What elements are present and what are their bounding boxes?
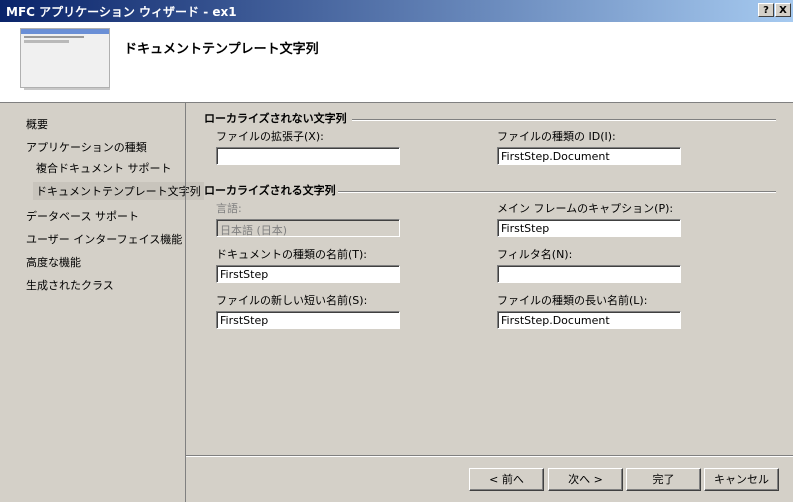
group-divider <box>352 119 776 121</box>
main-panel: ローカライズされない文字列 ファイルの拡張子(X): ファイルの種類の ID(I… <box>186 103 793 502</box>
language-field: 日本語 (日本) <box>216 219 400 237</box>
page-title: ドキュメントテンプレート文字列 <box>124 42 319 57</box>
type-long-name-label: ファイルの種類の長い名前(L): <box>497 294 648 307</box>
non-localized-group-title: ローカライズされない文字列 <box>204 112 347 125</box>
app-preview-image <box>20 28 110 90</box>
doc-type-name-label: ドキュメントの種類の名前(T): <box>216 248 368 261</box>
new-short-name-input[interactable]: FirstStep <box>216 311 400 329</box>
sidebar-item-ui-features[interactable]: ユーザー インターフェイス機能 <box>26 231 182 247</box>
cancel-button[interactable]: キャンセル <box>704 468 779 491</box>
window-title: MFC アプリケーション ウィザード - ex1 <box>6 5 237 19</box>
file-type-id-label: ファイルの種類の ID(I): <box>497 130 616 143</box>
filter-name-label: フィルタ名(N): <box>497 248 573 261</box>
main-caption-input[interactable]: FirstStep <box>497 219 681 237</box>
title-bar: MFC アプリケーション ウィザード - ex1 ? X <box>0 0 793 22</box>
sidebar-item-generated-classes[interactable]: 生成されたクラス <box>26 277 114 293</box>
localized-group-title: ローカライズされる文字列 <box>204 184 336 197</box>
help-button[interactable]: ? <box>758 3 774 17</box>
type-long-name-input[interactable]: FirstStep.Document <box>497 311 681 329</box>
sidebar-item-advanced-features[interactable]: 高度な機能 <box>26 254 81 270</box>
group-divider <box>338 191 776 193</box>
sidebar-item-document-template-strings[interactable]: ドキュメントテンプレート文字列 <box>33 182 204 200</box>
finish-button[interactable]: 完了 <box>626 468 701 491</box>
button-bar-divider <box>186 455 793 457</box>
sidebar-item-application-type[interactable]: アプリケーションの種類 <box>26 139 147 155</box>
sidebar-item-overview[interactable]: 概要 <box>26 116 48 132</box>
main-caption-label: メイン フレームのキャプション(P): <box>497 202 674 215</box>
doc-type-name-input[interactable]: FirstStep <box>216 265 400 283</box>
back-button[interactable]: < 前へ <box>469 468 544 491</box>
extension-label: ファイルの拡張子(X): <box>216 130 324 143</box>
wizard-header: ドキュメントテンプレート文字列 <box>0 22 793 103</box>
language-label: 言語: <box>216 202 242 215</box>
wizard-sidebar: 概要 アプリケーションの種類 複合ドキュメント サポート ドキュメントテンプレー… <box>0 103 204 502</box>
new-short-name-label: ファイルの新しい短い名前(S): <box>216 294 368 307</box>
close-button[interactable]: X <box>775 3 791 17</box>
extension-input[interactable] <box>216 147 400 165</box>
sidebar-item-compound-document[interactable]: 複合ドキュメント サポート <box>36 160 172 176</box>
sidebar-item-database-support[interactable]: データベース サポート <box>26 208 139 224</box>
filter-name-input[interactable] <box>497 265 681 283</box>
file-type-id-input[interactable]: FirstStep.Document <box>497 147 681 165</box>
next-button[interactable]: 次へ > <box>548 468 623 491</box>
